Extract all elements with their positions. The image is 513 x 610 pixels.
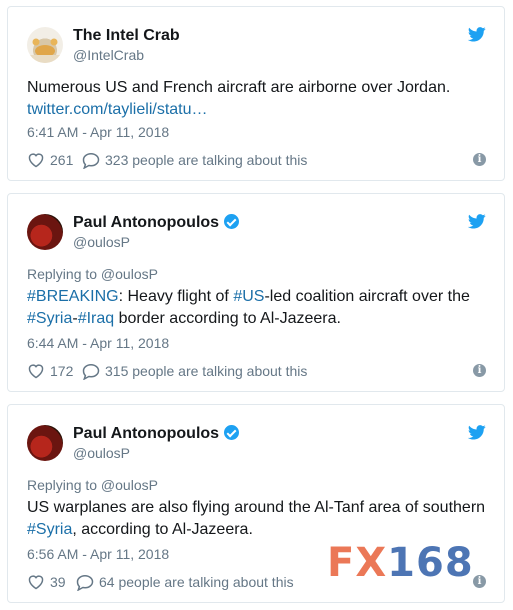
talking-count: 323 people are talking about this [105, 152, 308, 168]
twitter-bird-icon[interactable] [468, 214, 486, 229]
avatar[interactable] [27, 214, 63, 250]
hashtag-breaking[interactable]: #BREAKING [27, 288, 119, 305]
tweet-body: Numerous US and French aircraft are airb… [27, 79, 451, 96]
display-name-row: Paul Antonopoulos [73, 424, 240, 444]
like-button[interactable]: 172 [27, 361, 73, 381]
info-icon[interactable]: i [473, 364, 486, 377]
display-name-row: Paul Antonopoulos [73, 213, 240, 233]
twitter-bird-icon[interactable] [468, 27, 486, 42]
tweet-text: #BREAKING: Heavy flight of #US-led coali… [27, 286, 489, 330]
info-icon[interactable]: i [473, 153, 486, 166]
heart-icon [28, 575, 44, 590]
hashtag-syria[interactable]: #Syria [27, 310, 72, 327]
speech-bubble-icon [76, 574, 94, 591]
replying-to[interactable]: Replying to @oulosP [27, 264, 158, 284]
replying-to[interactable]: Replying to @oulosP [27, 475, 158, 495]
display-name[interactable]: The Intel Crab [73, 26, 180, 46]
tweet-actions: 261 323 people are talking about this i [27, 150, 486, 170]
reply-conversation-button[interactable]: 323 people are talking about this [82, 150, 307, 170]
tweet-text-segment: US warplanes are also flying around the … [27, 499, 486, 516]
display-name[interactable]: Paul Antonopoulos [73, 425, 219, 442]
tweet-text: Numerous US and French aircraft are airb… [27, 77, 489, 121]
speech-bubble-icon [82, 152, 100, 169]
tweet-card-1[interactable]: The Intel Crab @IntelCrab Numerous US an… [7, 6, 505, 181]
hashtag-syria[interactable]: #Syria [27, 521, 72, 538]
like-count: 39 [50, 574, 66, 590]
hashtag-iraq[interactable]: #Iraq [78, 310, 114, 327]
tweet-link[interactable]: twitter.com/taylieli/statu… [27, 101, 208, 118]
watermark-fx: FX [327, 540, 388, 586]
speech-bubble-icon [82, 363, 100, 380]
fx168-watermark: FX168 [327, 543, 474, 583]
tweet-text: US warplanes are also flying around the … [27, 497, 489, 541]
verified-badge-icon [224, 425, 240, 440]
user-handle[interactable]: @oulosP [73, 233, 130, 251]
timestamp[interactable]: 6:44 AM - Apr 11, 2018 [27, 334, 169, 352]
tweet-actions: 172 315 people are talking about this i [27, 361, 486, 381]
avatar[interactable] [27, 27, 63, 63]
heart-icon [28, 153, 44, 168]
info-icon[interactable]: i [473, 575, 486, 588]
tweet-text-segment: , according to Al-Jazeera. [72, 521, 253, 538]
like-count: 172 [50, 363, 74, 379]
user-handle[interactable]: @IntelCrab [73, 46, 144, 64]
like-count: 261 [50, 152, 74, 168]
twitter-bird-icon[interactable] [468, 425, 486, 440]
like-button[interactable]: 39 [27, 572, 66, 592]
heart-icon [28, 364, 44, 379]
hashtag-us[interactable]: #US [233, 288, 264, 305]
timestamp[interactable]: 6:56 AM - Apr 11, 2018 [27, 545, 169, 563]
watermark-168: 168 [387, 540, 474, 586]
avatar[interactable] [27, 425, 63, 461]
tweet-text-segment: -led coalition aircraft over the [264, 288, 470, 305]
tweet-text-segment: border according to Al-Jazeera. [114, 310, 341, 327]
tweet-card-2[interactable]: Paul Antonopoulos @oulosP Replying to @o… [7, 193, 505, 392]
talking-count: 64 people are talking about this [99, 574, 294, 590]
verified-badge-icon [224, 214, 240, 229]
crab-avatar-icon [27, 38, 63, 63]
tweet-text-segment: : Heavy flight of [118, 288, 234, 305]
like-button[interactable]: 261 [27, 150, 73, 170]
reply-conversation-button[interactable]: 315 people are talking about this [82, 361, 307, 381]
talking-count: 315 people are talking about this [105, 363, 308, 379]
reply-conversation-button[interactable]: 64 people are talking about this [76, 572, 294, 592]
display-name[interactable]: Paul Antonopoulos [73, 214, 219, 231]
user-handle[interactable]: @oulosP [73, 444, 130, 462]
timestamp[interactable]: 6:41 AM - Apr 11, 2018 [27, 123, 169, 141]
